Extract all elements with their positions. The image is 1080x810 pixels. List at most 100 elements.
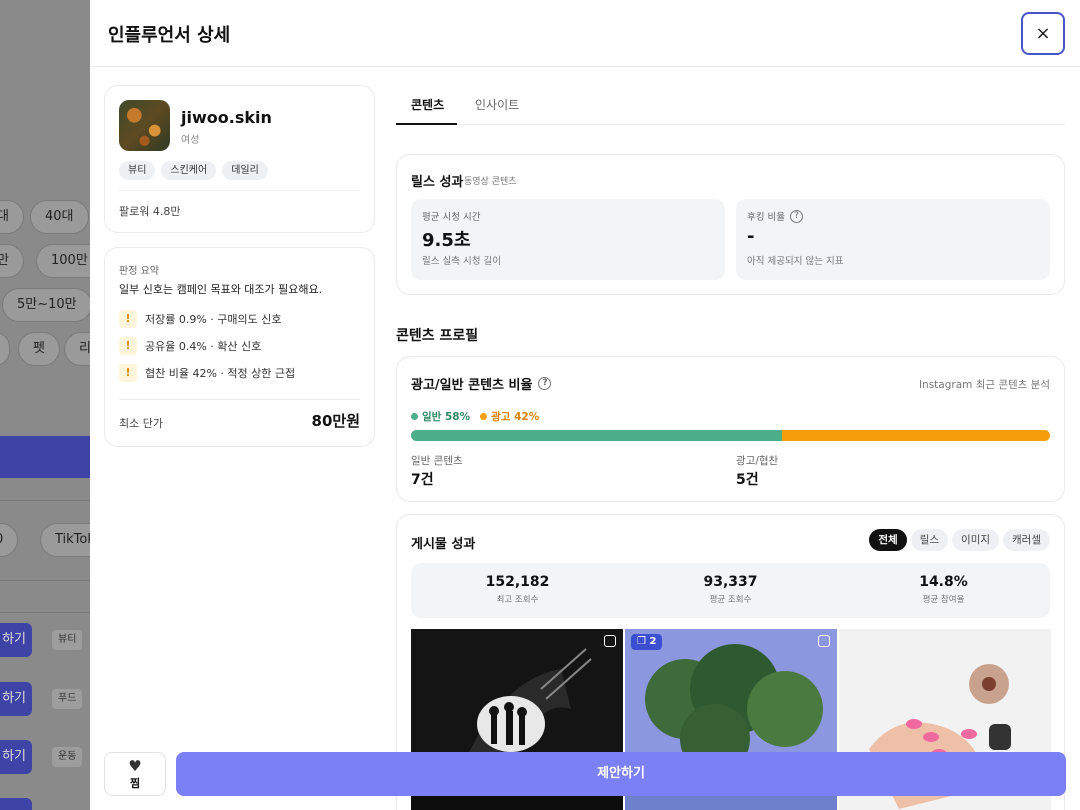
- divider: [119, 399, 360, 400]
- ratio-legend: 일반 58% 광고 42%: [411, 409, 539, 424]
- bg-divider: [0, 612, 90, 613]
- category-tag: 스킨케어: [161, 161, 217, 180]
- legend-ad: 광고 42%: [480, 409, 539, 424]
- judgement-card: 판정 요약 일부 신호는 캠페인 목표와 대조가 필요해요. ! 저장률 0.9…: [104, 247, 375, 447]
- bg-pill: 40대: [30, 200, 89, 234]
- gender: 여성: [181, 135, 200, 146]
- signal-item: ! 협찬 비율 42% · 적정 상한 근접: [119, 364, 295, 382]
- bg-row-tag: 푸드: [52, 689, 83, 709]
- stat-avg-views: 93,337 평균 조회수: [703, 574, 758, 605]
- price-label: 최소 단가: [119, 417, 163, 430]
- wishlist-button[interactable]: ♥ 찜: [104, 752, 166, 796]
- tab-content[interactable]: 콘텐츠: [411, 96, 444, 113]
- category-tags: 뷰티 스킨케어 데일리: [119, 161, 268, 180]
- warning-icon: !: [119, 364, 137, 382]
- metric-value: -: [747, 226, 755, 247]
- bg-pill: 100만 ~: [36, 244, 90, 278]
- bg-pill: 펫: [18, 332, 60, 366]
- help-icon[interactable]: ?: [538, 377, 552, 390]
- ad-count: 5건: [736, 472, 759, 488]
- close-button[interactable]: ×: [1021, 12, 1065, 55]
- bg-pill: 만: [0, 244, 24, 278]
- category-tag: 뷰티: [119, 161, 156, 180]
- drawer-title: 인플루언서 상세: [108, 25, 231, 46]
- username: jiwoo.skin: [181, 108, 272, 127]
- judgement-label: 판정 요약: [119, 266, 159, 277]
- bg-pill: 리: [64, 332, 90, 366]
- ad-ratio-source: Instagram 최근 콘텐츠 분석: [918, 379, 1050, 391]
- general-count: 7건: [411, 472, 434, 488]
- bg-row-button: 하기: [0, 682, 32, 716]
- help-icon[interactable]: ?: [789, 209, 803, 223]
- carousel-icon: ❐: [637, 636, 650, 647]
- propose-button[interactable]: 제안하기: [176, 752, 1066, 796]
- stat-max-views: 152,182 최고 조회수: [485, 574, 550, 605]
- signal-item: ! 공유율 0.4% · 확산 신호: [119, 337, 261, 355]
- metric-desc: 릴스 실측 시청 길이: [422, 256, 501, 267]
- metric-avg-watch-time: 평균 시청 시간 9.5초 릴스 실측 시청 길이: [411, 199, 725, 280]
- metric-label: 평균 시청 시간: [422, 212, 481, 223]
- avatar: [119, 100, 170, 151]
- warning-icon: !: [119, 337, 137, 355]
- ad-ratio-card: 광고/일반 콘텐츠 비율 ? Instagram 최근 콘텐츠 분석 일반 58…: [396, 356, 1065, 502]
- profile-card: jiwoo.skin 여성 뷰티 스킨케어 데일리 팔로워 4.8만: [104, 85, 375, 233]
- warning-icon: !: [119, 310, 137, 328]
- judgement-summary: 일부 신호는 캠페인 목표와 대조가 필요해요.: [119, 283, 323, 296]
- wishlist-label: 찜: [129, 777, 141, 790]
- active-tab-indicator: [396, 123, 457, 125]
- background-page: 대 40대 만 100만 ~ 5만~10만 펫 리 0 TikTok 하기 뷰티…: [0, 0, 90, 810]
- signal-text: 저장률 0.9% · 구매의도 신호: [145, 313, 282, 326]
- reels-title: 릴스 성과: [411, 175, 464, 190]
- bg-row-tag: 뷰티: [52, 630, 83, 650]
- metric-hook-rate: 후킹 비율 ? - 아직 제공되지 않는 지표: [736, 199, 1050, 280]
- tab-insight[interactable]: 인사이트: [475, 96, 519, 113]
- filter-reels[interactable]: 릴스: [910, 529, 949, 551]
- min-price: 80만원: [311, 412, 360, 430]
- general-label: 일반 콘텐츠: [411, 455, 463, 467]
- posts-title: 게시물 성과: [411, 537, 476, 552]
- ratio-bar-ad: [781, 430, 1050, 441]
- ratio-bar-general: [411, 430, 782, 441]
- drawer-header: 인플루언서 상세 ×: [90, 0, 1080, 67]
- post-filters: 전체 릴스 이미지 캐러셀: [869, 529, 1050, 551]
- filter-carousel[interactable]: 캐러셀: [1003, 529, 1050, 551]
- bg-row-tag: 운동: [52, 747, 83, 767]
- filter-image[interactable]: 이미지: [952, 529, 1000, 551]
- carousel-badge: ❐ 2: [631, 634, 663, 650]
- bg-pill: TikTok: [40, 523, 90, 557]
- ad-ratio-title: 광고/일반 콘텐츠 비율 ?: [411, 374, 552, 393]
- heart-icon: ♥: [128, 757, 142, 775]
- bg-primary-bar: [0, 436, 90, 478]
- ad-label: 광고/협찬: [736, 455, 779, 467]
- bg-divider: [0, 580, 90, 581]
- bg-pill: 대: [0, 200, 24, 234]
- signal-text: 공유율 0.4% · 확산 신호: [145, 340, 262, 353]
- divider: [119, 190, 360, 191]
- followers-count: 팔로워 4.8만: [119, 205, 181, 218]
- bg-row-button: [0, 798, 32, 810]
- influencer-detail-drawer: 인플루언서 상세 × jiwoo.skin 여성 뷰티 스킨케어 데일리 팔로워…: [90, 0, 1080, 810]
- ratio-bar: [411, 430, 1050, 441]
- bg-pill: 0: [0, 523, 19, 557]
- metric-value: 9.5초: [422, 230, 471, 251]
- legend-general: 일반 58%: [411, 409, 470, 424]
- reels-icon: [818, 635, 830, 647]
- metric-desc: 아직 제공되지 않는 지표: [747, 256, 844, 267]
- bg-row-button: 하기: [0, 740, 32, 774]
- bg-divider: [0, 500, 90, 501]
- content-profile-heading: 콘텐츠 프로필: [396, 328, 479, 344]
- category-tag: 데일리: [222, 161, 268, 180]
- stat-avg-engagement: 14.8% 평균 참여율: [919, 574, 968, 605]
- signal-text: 협찬 비율 42% · 적정 상한 근접: [145, 367, 296, 380]
- close-icon: ×: [1035, 23, 1051, 44]
- reels-icon: [604, 635, 616, 647]
- bg-row-button: 하기: [0, 623, 32, 657]
- filter-all[interactable]: 전체: [869, 529, 907, 551]
- detail-tabs: 콘텐츠 인사이트: [396, 86, 1065, 125]
- reels-subtitle: 동영상 콘텐츠: [464, 177, 517, 187]
- post-stats: 152,182 최고 조회수 93,337 평균 조회수 14.8% 평균 참여…: [411, 563, 1050, 618]
- metric-label: 후킹 비율 ?: [747, 209, 803, 223]
- reels-performance-card: 릴스 성과 동영상 콘텐츠 평균 시청 시간 9.5초 릴스 실측 시청 길이 …: [396, 154, 1065, 295]
- bg-pill: 5만~10만: [2, 288, 90, 322]
- bg-pill: [0, 332, 10, 366]
